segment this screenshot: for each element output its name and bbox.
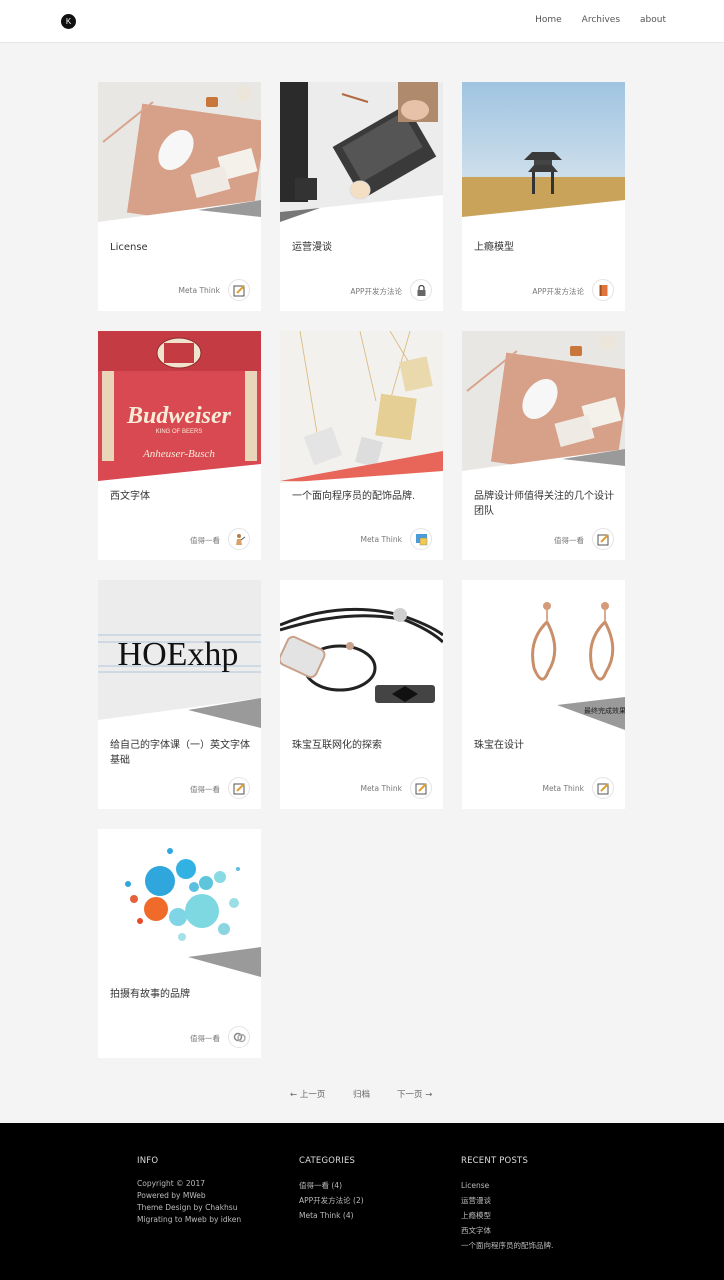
post-thumbnail[interactable]: Budweiser KING OF BEERS Anheuser-Busch xyxy=(98,331,261,483)
nav-about[interactable]: about xyxy=(640,15,666,25)
copyright-text: Copyright © 2017 xyxy=(137,1179,206,1188)
prev-page-link[interactable]: ← 上一页 xyxy=(290,1088,325,1100)
category-link[interactable]: 值得一看 (4) xyxy=(299,1178,364,1193)
post-card[interactable]: 珠宝互联网化的探索 Meta Think xyxy=(280,580,443,809)
post-category[interactable]: 值得一看 xyxy=(190,784,220,795)
footer-info: INFO Copyright © 2017 Powered by MWeb Th… xyxy=(137,1156,241,1226)
post-category[interactable]: APP开发方法论 xyxy=(350,286,402,297)
pencil-icon xyxy=(228,279,250,301)
pencil-icon xyxy=(410,777,432,799)
archive-link[interactable]: 归档 xyxy=(353,1088,370,1100)
pencil-icon xyxy=(228,777,250,799)
site-header: K Home Archives about xyxy=(0,0,724,43)
migration-credit-text[interactable]: Migrating to Mweb by idken xyxy=(137,1214,241,1226)
post-card[interactable]: License Meta Think xyxy=(98,82,261,311)
recent-post-link[interactable]: 西文字体 xyxy=(461,1223,553,1238)
book-icon xyxy=(592,279,614,301)
category-link[interactable]: Meta Think (4) xyxy=(299,1208,364,1223)
recent-post-link[interactable]: License xyxy=(461,1178,553,1193)
person-icon xyxy=(228,528,250,550)
post-title[interactable]: 品牌设计师值得关注的几个设计团队 xyxy=(474,489,614,519)
thumb-maker-text: Anheuser-Busch xyxy=(142,448,215,460)
next-page-link[interactable]: 下一页 → xyxy=(397,1088,432,1100)
thumb-caption-text: 最终完成效果 xyxy=(584,706,625,715)
post-thumbnail[interactable] xyxy=(280,331,443,483)
post-title[interactable]: 一个面向程序员的配饰品牌. xyxy=(292,489,432,504)
post-category[interactable]: Meta Think xyxy=(542,784,584,793)
post-card[interactable]: Budweiser KING OF BEERS Anheuser-Busch 西… xyxy=(98,331,261,560)
footer-categories-heading: CATEGORIES xyxy=(299,1156,356,1166)
post-title[interactable]: 珠宝互联网化的探索 xyxy=(292,738,432,753)
footer-recent-heading: RECENT POSTS xyxy=(461,1156,529,1166)
post-title[interactable]: License xyxy=(110,240,250,255)
site-footer: INFO Copyright © 2017 Powered by MWeb Th… xyxy=(0,1123,724,1280)
post-category[interactable]: Meta Think xyxy=(360,535,402,544)
post-title[interactable]: 上瘾模型 xyxy=(474,240,614,255)
post-thumbnail[interactable] xyxy=(280,82,443,234)
post-card[interactable]: 上瘾模型 APP开发方法论 xyxy=(462,82,625,311)
post-thumbnail[interactable]: HOExhp xyxy=(98,580,261,732)
nav-home[interactable]: Home xyxy=(535,15,562,25)
post-thumbnail[interactable] xyxy=(462,331,625,483)
rings-icon xyxy=(228,1026,250,1048)
post-category[interactable]: Meta Think xyxy=(178,286,220,295)
recent-post-link[interactable]: 运营漫谈 xyxy=(461,1193,553,1208)
post-thumbnail[interactable] xyxy=(98,829,261,981)
post-title[interactable]: 运营漫谈 xyxy=(292,240,432,255)
recent-post-link[interactable]: 上瘾模型 xyxy=(461,1208,553,1223)
footer-info-heading: INFO xyxy=(137,1156,159,1166)
category-link[interactable]: APP开发方法论 (2) xyxy=(299,1193,364,1208)
post-category[interactable]: 值得一看 xyxy=(190,1033,220,1044)
footer-recent-posts: RECENT POSTS License 运营漫谈 上瘾模型 西文字体 一个面向… xyxy=(461,1156,553,1253)
post-category[interactable]: 值得一看 xyxy=(554,535,584,546)
post-thumbnail[interactable]: 最终完成效果 xyxy=(462,580,625,732)
pencil-icon xyxy=(592,777,614,799)
post-title[interactable]: 西文字体 xyxy=(110,489,250,504)
thumb-brand-text: Budweiser xyxy=(126,403,232,429)
post-card[interactable]: 拍摄有故事的品牌 值得一看 xyxy=(98,829,261,1058)
post-card[interactable]: 运营漫谈 APP开发方法论 xyxy=(280,82,443,311)
post-card[interactable]: 品牌设计师值得关注的几个设计团队 值得一看 xyxy=(462,331,625,560)
post-card[interactable]: HOExhp 给自己的字体课（一）英文字体基础 值得一看 xyxy=(98,580,261,809)
pencil-icon xyxy=(592,528,614,550)
post-thumbnail[interactable] xyxy=(280,580,443,732)
post-card[interactable]: 一个面向程序员的配饰品牌. Meta Think xyxy=(280,331,443,560)
powered-by-text[interactable]: Powered by MWeb xyxy=(137,1190,241,1202)
post-thumbnail[interactable] xyxy=(98,82,261,234)
post-category[interactable]: APP开发方法论 xyxy=(532,286,584,297)
nav-archives[interactable]: Archives xyxy=(582,15,620,25)
post-card[interactable]: 最终完成效果 珠宝在设计 Meta Think xyxy=(462,580,625,809)
site-logo[interactable]: K xyxy=(61,14,76,29)
footer-categories: CATEGORIES 值得一看 (4) APP开发方法论 (2) Meta Th… xyxy=(299,1156,364,1223)
recent-post-link[interactable]: 一个面向程序员的配饰品牌. xyxy=(461,1238,553,1253)
post-title[interactable]: 拍摄有故事的品牌 xyxy=(110,987,250,1002)
thumb-word-text: HOExhp xyxy=(118,636,239,673)
lock-icon xyxy=(410,279,432,301)
theme-credit-text[interactable]: Theme Design by Chakhsu xyxy=(137,1202,241,1214)
post-title[interactable]: 给自己的字体课（一）英文字体基础 xyxy=(110,738,250,768)
post-title[interactable]: 珠宝在设计 xyxy=(474,738,614,753)
post-category[interactable]: 值得一看 xyxy=(190,535,220,546)
picture-icon xyxy=(410,528,432,550)
post-thumbnail[interactable] xyxy=(462,82,625,234)
thumb-sub-text: KING OF BEERS xyxy=(156,429,203,435)
post-category[interactable]: Meta Think xyxy=(360,784,402,793)
main-nav: Home Archives about xyxy=(535,15,666,25)
